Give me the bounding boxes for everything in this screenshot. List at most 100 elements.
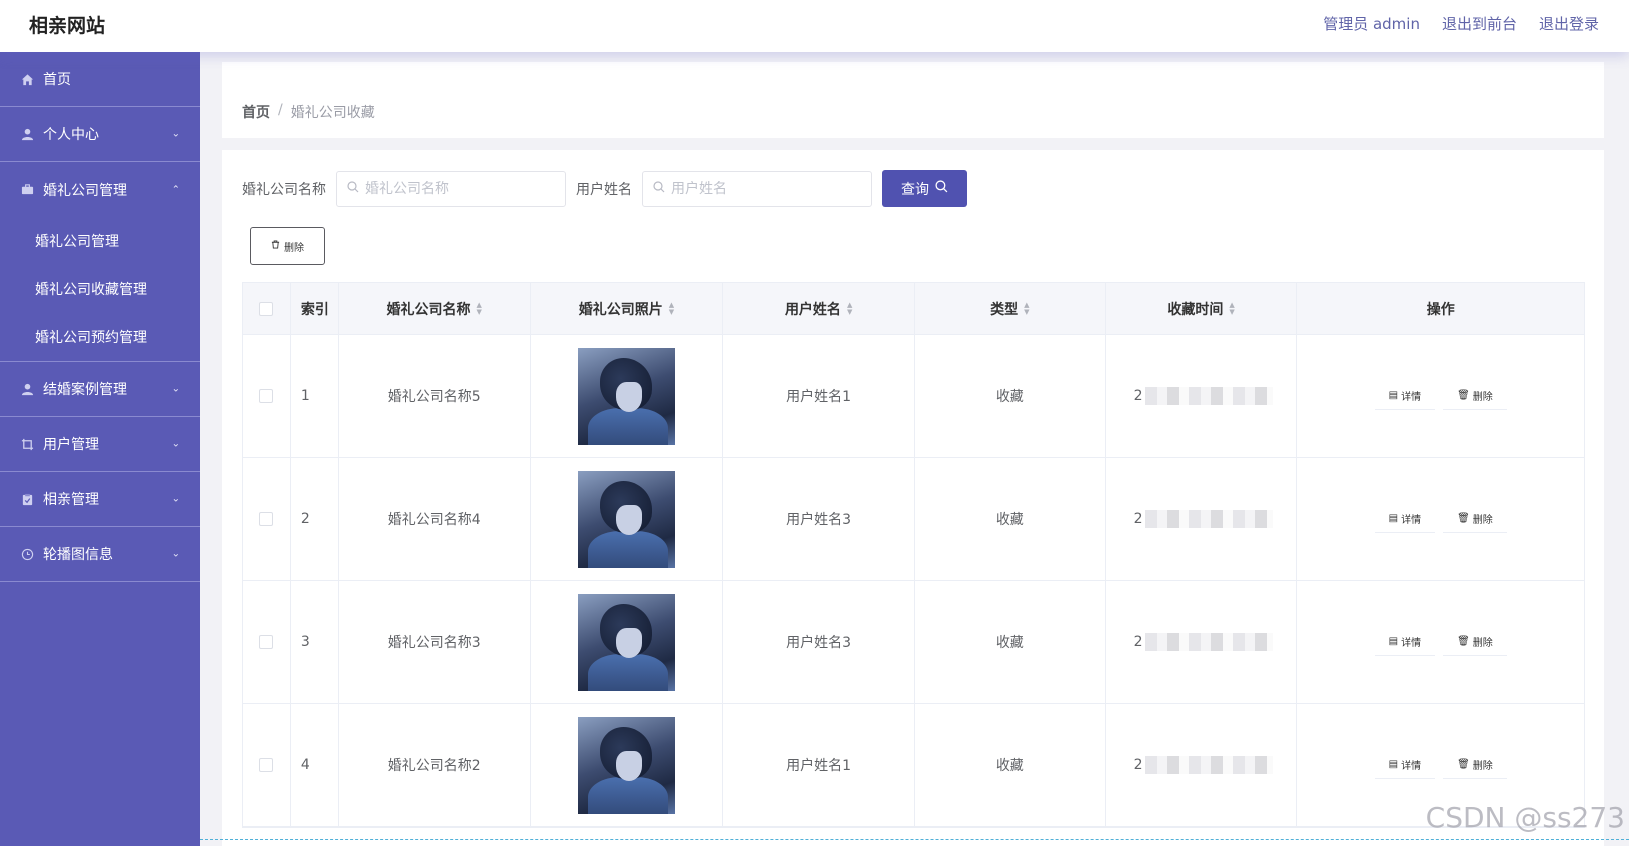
sort-icon[interactable]: ▲ ▼ — [477, 301, 482, 316]
back-to-front-link[interactable]: 退出到前台 — [1442, 13, 1517, 34]
row-favorite-time: 2 — [1106, 704, 1298, 826]
blurred-time — [1144, 756, 1273, 774]
blurred-time — [1144, 510, 1273, 528]
sidebar-item-label: 用户管理 — [43, 437, 99, 453]
row-type: 收藏 — [915, 458, 1106, 580]
batch-delete-button[interactable]: 删除 — [250, 227, 325, 265]
table-row: 4 婚礼公司名称2 用户姓名1 收藏 2 ▤ 详情 🗑 删除 — [243, 704, 1584, 827]
company-photo[interactable] — [577, 593, 675, 691]
delete-button-label: 删除 — [1472, 392, 1493, 403]
delete-button[interactable]: 🗑 删除 — [1443, 505, 1507, 533]
row-checkbox[interactable] — [259, 758, 274, 772]
company-photo[interactable] — [577, 470, 675, 568]
row-time-prefix: 2 — [1133, 634, 1143, 650]
sidebar-item-users[interactable]: 用户管理 ⌄ — [0, 417, 200, 472]
header-type[interactable]: 类型 ▲ ▼ — [915, 283, 1106, 334]
company-photo[interactable] — [577, 716, 675, 814]
sidebar-subitem-company-manage[interactable]: 婚礼公司管理 — [0, 217, 200, 265]
row-operations: ▤ 详情 🗑 删除 — [1297, 335, 1584, 457]
row-checkbox[interactable] — [259, 512, 274, 526]
row-user-name: 用户姓名3 — [723, 458, 915, 580]
row-checkbox[interactable] — [259, 635, 274, 649]
watermark: CSDN @ss273 — [1425, 801, 1625, 834]
top-links: 管理员 admin 退出到前台 退出登录 — [1323, 13, 1599, 34]
row-photo-cell — [531, 458, 724, 580]
row-type: 收藏 — [915, 581, 1106, 703]
detail-button[interactable]: ▤ 详情 — [1374, 505, 1436, 533]
detail-button[interactable]: ▤ 详情 — [1374, 382, 1436, 410]
document-icon: ▤ — [1388, 390, 1399, 401]
company-name-input[interactable] — [365, 180, 545, 197]
delete-button[interactable]: 🗑 删除 — [1443, 382, 1507, 410]
sort-icon[interactable]: ▲ ▼ — [669, 301, 674, 316]
row-index: 1 — [291, 335, 339, 457]
header-company-photo-label: 婚礼公司照片 — [578, 301, 663, 318]
trash-icon: 🗑 — [1457, 759, 1470, 770]
row-index: 4 — [291, 704, 339, 826]
query-button-label: 查询 — [901, 181, 929, 198]
header-checkbox-cell — [243, 283, 291, 334]
sidebar-item-wedding-cases[interactable]: 结婚案例管理 ⌄ — [0, 362, 200, 417]
clipboard-icon — [20, 492, 34, 506]
sidebar-item-carousel[interactable]: 轮播图信息 ⌄ — [0, 527, 200, 582]
row-user-name: 用户姓名3 — [723, 581, 915, 703]
detail-button[interactable]: ▤ 详情 — [1374, 628, 1436, 656]
row-favorite-time: 2 — [1106, 335, 1298, 457]
row-time-prefix: 2 — [1133, 757, 1143, 773]
chevron-down-icon: ⌄ — [171, 548, 180, 560]
breadcrumb-home[interactable]: 首页 — [242, 102, 270, 122]
logout-link[interactable]: 退出登录 — [1539, 13, 1599, 34]
company-photo[interactable] — [577, 347, 675, 445]
dashed-divider — [200, 839, 1629, 840]
header-favorite-time[interactable]: 收藏时间 ▲ ▼ — [1106, 283, 1298, 334]
header-user-name[interactable]: 用户姓名 ▲ ▼ — [723, 283, 915, 334]
admin-user-link[interactable]: 管理员 admin — [1323, 13, 1420, 34]
sidebar-subitem-company-favorite[interactable]: 婚礼公司收藏管理 — [0, 265, 200, 313]
sidebar-item-wedding-company[interactable]: 婚礼公司管理 ⌃ — [0, 162, 200, 217]
sort-icon[interactable]: ▲ ▼ — [1229, 301, 1234, 316]
row-company-name: 婚礼公司名称5 — [339, 335, 531, 457]
query-button[interactable]: 查询 — [882, 170, 967, 207]
blurred-time — [1144, 387, 1273, 405]
sidebar-item-personal-center[interactable]: 个人中心 ⌄ — [0, 107, 200, 162]
detail-button-label: 详情 — [1401, 638, 1422, 649]
chevron-down-icon: ⌄ — [171, 128, 180, 140]
detail-button-label: 详情 — [1401, 515, 1422, 526]
crop-icon — [20, 437, 34, 451]
detail-button[interactable]: ▤ 详情 — [1374, 751, 1436, 779]
row-favorite-time: 2 — [1106, 581, 1298, 703]
favorites-table: 索引 婚礼公司名称 ▲ ▼ 婚礼公司照片 ▲ ▼ 用户姓名 ▲ ▼ 类型 ▲ ▼ 收藏时间 ▲ ▼ … — [242, 282, 1585, 828]
user-icon — [20, 127, 34, 141]
sort-icon[interactable]: ▲ ▼ — [847, 301, 852, 316]
sidebar-group-wedding-company: 婚礼公司管理 ⌃ 婚礼公司管理 婚礼公司收藏管理 婚礼公司预约管理 — [0, 162, 200, 362]
search-icon — [347, 181, 359, 196]
detail-button-label: 详情 — [1401, 761, 1422, 772]
table-row: 3 婚礼公司名称3 用户姓名3 收藏 2 ▤ 详情 🗑 删除 — [243, 581, 1584, 704]
document-icon: ▤ — [1388, 759, 1399, 770]
delete-button[interactable]: 🗑 删除 — [1443, 628, 1507, 656]
sidebar-item-home[interactable]: 首页 — [0, 52, 200, 107]
sidebar-subitem-company-booking[interactable]: 婚礼公司预约管理 — [0, 313, 200, 361]
home-icon — [20, 72, 34, 86]
main-area: 首页 / 婚礼公司收藏 婚礼公司名称 用户姓名 查询 — [200, 52, 1629, 846]
delete-button[interactable]: 🗑 删除 — [1443, 751, 1507, 779]
chevron-up-icon: ⌃ — [171, 184, 180, 195]
trash-icon: 🗑 — [1457, 636, 1470, 647]
header-company-name[interactable]: 婚礼公司名称 ▲ ▼ — [339, 283, 531, 334]
user-icon — [20, 382, 34, 396]
row-photo-cell — [531, 335, 724, 457]
sort-icon[interactable]: ▲ ▼ — [1024, 301, 1029, 316]
header-index: 索引 — [291, 283, 339, 334]
content-card: 婚礼公司名称 用户姓名 查询 — [222, 150, 1604, 846]
sidebar-item-label: 轮播图信息 — [43, 547, 113, 563]
row-company-name: 婚礼公司名称3 — [339, 581, 531, 703]
row-company-name: 婚礼公司名称4 — [339, 458, 531, 580]
row-checkbox[interactable] — [259, 389, 274, 403]
breadcrumb-card: 首页 / 婚礼公司收藏 — [222, 62, 1604, 138]
row-company-name: 婚礼公司名称2 — [339, 704, 531, 826]
company-name-field — [336, 170, 566, 207]
header-company-photo[interactable]: 婚礼公司照片 ▲ ▼ — [531, 283, 724, 334]
select-all-checkbox[interactable] — [259, 301, 274, 316]
sidebar-item-matchmaking[interactable]: 相亲管理 ⌄ — [0, 472, 200, 527]
user-name-input[interactable] — [671, 180, 851, 197]
